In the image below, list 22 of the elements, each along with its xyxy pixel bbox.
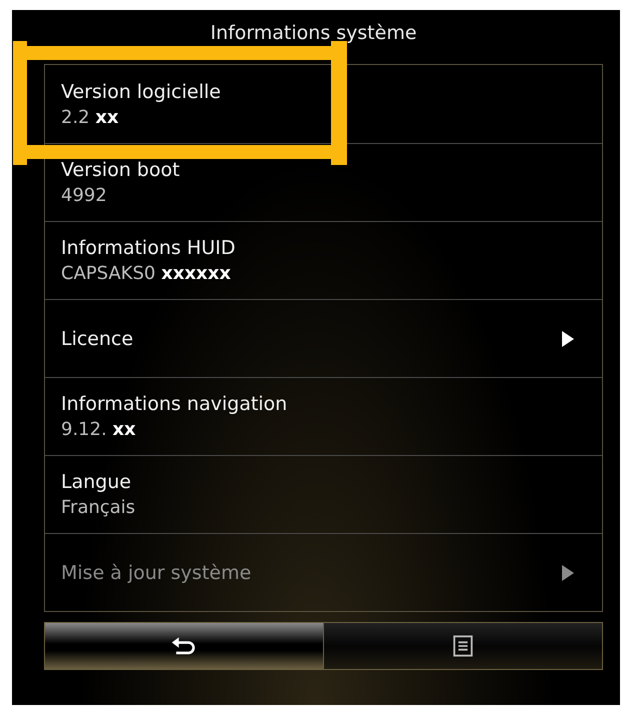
play-arrow-icon [562, 330, 574, 346]
row-value: CAPSAKS0 xxxxxx [61, 263, 232, 284]
settings-row[interactable]: Version logicielle 2.2 xx [45, 65, 602, 143]
row-value: 2.2 xx [61, 106, 120, 128]
play-arrow-icon [562, 564, 574, 580]
row-label: Informations navigation [61, 393, 288, 415]
back-arrow-icon [171, 635, 197, 657]
row-label: Version logicielle [61, 80, 221, 102]
row-value: Français [61, 497, 136, 518]
screen-title: Informations système [209, 21, 418, 46]
row-value: 4992 [61, 185, 108, 206]
row-label: Mise à jour système [61, 562, 252, 584]
row-label: Version boot [61, 159, 180, 181]
row-label: Licence [61, 328, 134, 350]
settings-row[interactable]: Licence [45, 299, 602, 377]
settings-row[interactable]: Langue Français [45, 455, 602, 533]
row-label: Langue [61, 471, 132, 493]
back-button[interactable] [45, 623, 324, 669]
settings-row[interactable]: Informations navigation 9.12. xx [45, 377, 602, 455]
row-label: Informations HUID [61, 237, 236, 259]
row-value: 9.12. xx [61, 419, 137, 440]
settings-row[interactable]: Informations HUID CAPSAKS0 xxxxxx [45, 221, 602, 299]
